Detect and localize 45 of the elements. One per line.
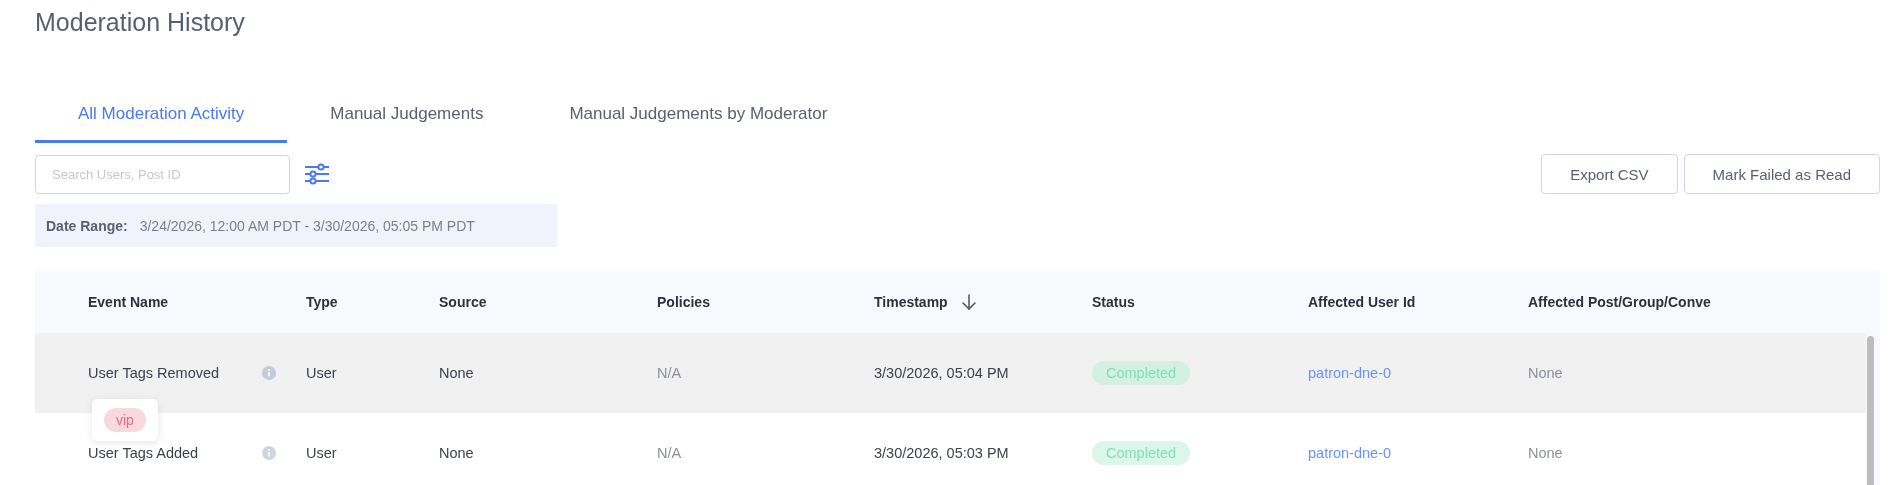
search-field[interactable]: Search Users, Post ID xyxy=(35,154,290,194)
info-icon[interactable] xyxy=(262,446,276,460)
scrollbar-thumb[interactable] xyxy=(1867,336,1874,485)
column-header-label: Affected User Id xyxy=(1308,294,1416,310)
page-title: Moderation History xyxy=(35,7,246,38)
tab[interactable]: Manual Judgements by Moderator xyxy=(526,94,871,143)
column-header[interactable]: Timestamp xyxy=(874,294,1092,310)
table-cell: User xyxy=(306,365,337,381)
table-cell: User xyxy=(306,445,337,461)
date-range-label: Date Range: xyxy=(46,217,128,234)
table-cell: 3/30/2026, 05:04 PM xyxy=(874,365,1009,381)
tag: vip xyxy=(104,408,146,432)
toolbar-button[interactable]: Mark Failed as Read xyxy=(1683,154,1880,194)
table-cell: N/A xyxy=(657,365,682,381)
table-cell: 3/30/2026, 05:03 PM xyxy=(874,445,1009,461)
column-header-label: Timestamp xyxy=(874,294,948,310)
column-header[interactable]: Status xyxy=(1092,294,1308,310)
column-header-label: Source xyxy=(439,294,487,310)
column-header-label: Event Name xyxy=(88,294,169,310)
column-header[interactable]: Affected User Id xyxy=(1308,294,1528,310)
column-header-label: Policies xyxy=(657,294,710,310)
column-header[interactable]: Source xyxy=(439,294,657,310)
status-badge: Completed xyxy=(1092,441,1191,465)
column-header-label: Type xyxy=(306,294,338,310)
toolbar-button[interactable]: Export CSV xyxy=(1541,154,1678,194)
tab[interactable]: Manual Judgements xyxy=(287,94,527,143)
column-header[interactable]: Type xyxy=(306,294,439,310)
status-badge: Completed xyxy=(1092,361,1191,385)
column-header[interactable]: Policies xyxy=(657,294,874,310)
table-cell: User Tags Removed xyxy=(88,365,220,381)
tab[interactable]: All Moderation Activity xyxy=(35,94,288,143)
filter-icon[interactable] xyxy=(304,163,330,185)
column-header-label: Status xyxy=(1092,294,1135,310)
table-cell: None xyxy=(439,445,474,461)
table-cell: User Tags Added xyxy=(88,445,199,461)
sort-arrow-icon[interactable] xyxy=(961,294,976,310)
date-range-value: 3/24/2026, 12:00 AM PDT - 3/30/2026, 05:05 PM PDT xyxy=(139,217,475,234)
table-cell: None xyxy=(439,365,474,381)
column-header[interactable]: Event Name xyxy=(88,294,306,310)
table-cell: None xyxy=(1528,365,1563,381)
table-cell: None xyxy=(1528,445,1563,461)
table-cell: N/A xyxy=(657,445,682,461)
info-icon[interactable] xyxy=(262,366,276,380)
column-header[interactable]: Affected Post/Group/Conve xyxy=(1528,294,1880,310)
column-header-label: Affected Post/Group/Conve xyxy=(1528,294,1711,310)
